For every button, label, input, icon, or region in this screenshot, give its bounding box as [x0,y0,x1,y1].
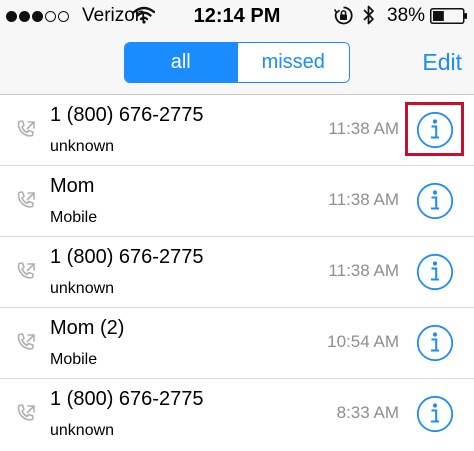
highlight-annotation [405,102,464,156]
segment-all[interactable]: all [125,43,237,82]
caller-name: 1 (800) 676-2775 [50,104,204,126]
caller-label: unknown [50,138,115,155]
caller-label: unknown [50,422,115,439]
segment-missed[interactable]: missed [236,43,349,82]
caller-name: 1 (800) 676-2775 [50,388,204,410]
info-icon[interactable] [416,324,454,362]
nav-bar: all missed Edit [0,34,474,95]
call-filter-segmented-control: all missed [124,42,350,83]
info-icon[interactable] [416,182,454,220]
call-time: 10:54 AM [327,332,399,351]
call-row[interactable]: 1 (800) 676-2775 unknown 8:33 AM [0,379,474,450]
status-bar: Verizon 12:14 PM 38% [0,0,474,34]
orientation-lock-icon [334,6,353,25]
outgoing-call-icon [17,404,35,421]
caller-name: 1 (800) 676-2775 [50,246,204,268]
outgoing-call-icon [17,191,35,208]
caller-name: Mom [50,175,95,197]
call-row[interactable]: Mom (2) Mobile 10:54 AM [0,308,474,379]
outgoing-call-icon [17,333,35,350]
call-time: 11:38 AM [328,190,399,209]
caller-label: unknown [50,280,115,297]
caller-label: Mobile [50,209,98,226]
call-time: 11:38 AM [328,119,399,138]
outgoing-call-icon [17,262,35,279]
call-time: 11:38 AM [328,261,399,280]
caller-label: Mobile [50,351,98,368]
bluetooth-icon [363,5,374,25]
battery-icon [430,8,467,24]
call-time: 8:33 AM [336,403,399,422]
recent-calls-list: 1 (800) 676-2775 unknown 11:38 AM Mom Mo… [0,95,474,450]
call-row[interactable]: 1 (800) 676-2775 unknown 11:38 AM [0,95,474,166]
battery-percentage: 38% [387,5,426,26]
info-icon[interactable] [416,253,454,291]
info-icon[interactable] [416,395,454,433]
caller-name: Mom (2) [50,317,125,339]
call-row[interactable]: 1 (800) 676-2775 unknown 11:38 AM [0,237,474,308]
outgoing-call-icon [17,120,35,137]
edit-button[interactable]: Edit [422,48,462,76]
call-row[interactable]: Mom Mobile 11:38 AM [0,166,474,237]
